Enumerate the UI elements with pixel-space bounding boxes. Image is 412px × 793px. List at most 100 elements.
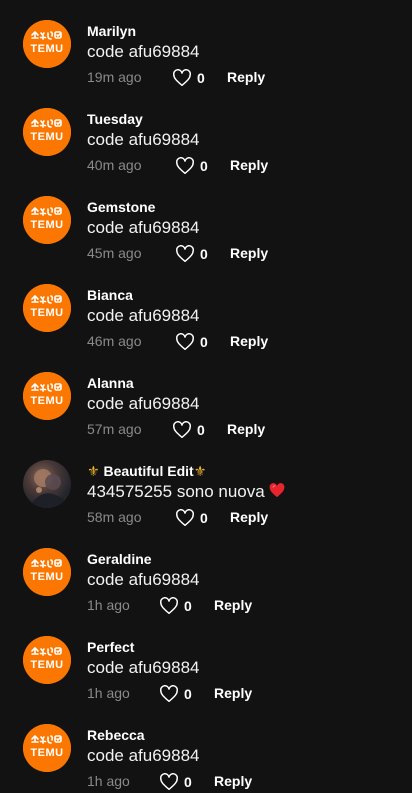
reply-button[interactable]: Reply	[230, 509, 268, 525]
temu-avatar[interactable]: TEMU	[23, 284, 71, 332]
fleur-de-lis-icon: ⚜	[87, 463, 100, 479]
like-button[interactable]: 0	[172, 420, 205, 440]
like-count: 0	[184, 598, 192, 614]
like-count: 0	[200, 510, 208, 526]
comment-body: code afu69884	[87, 218, 200, 237]
heart-icon	[173, 421, 191, 439]
like-count: 0	[200, 246, 208, 262]
heart-icon	[176, 245, 194, 263]
comment-username[interactable]: Geraldine	[87, 550, 152, 568]
reply-button[interactable]: Reply	[230, 245, 268, 261]
like-button[interactable]: 0	[175, 244, 208, 264]
username-text: Alanna	[87, 375, 134, 391]
comment-text: code afu69884	[87, 657, 200, 679]
comment-body: code afu69884	[87, 570, 200, 589]
comment-item: TEMU Rebecca code afu69884 1h ago 0 Reply	[0, 704, 412, 792]
like-button[interactable]: 0	[159, 684, 192, 704]
username-text: Rebecca	[87, 727, 145, 743]
temu-logo-text: TEMU	[30, 571, 63, 583]
comment-username[interactable]: Marilyn	[87, 22, 136, 40]
reply-button[interactable]: Reply	[227, 421, 265, 437]
temu-avatar[interactable]: TEMU	[23, 196, 71, 244]
temu-logo-text: TEMU	[30, 747, 63, 759]
temu-avatar[interactable]: TEMU	[23, 724, 71, 772]
like-button[interactable]: 0	[172, 68, 205, 88]
heart-icon	[176, 509, 194, 527]
reply-button[interactable]: Reply	[230, 333, 268, 349]
like-button[interactable]: 0	[159, 596, 192, 616]
username-text: Geraldine	[87, 551, 152, 567]
temu-avatar[interactable]: TEMU	[23, 548, 71, 596]
like-button[interactable]: 0	[175, 332, 208, 352]
comment-text: 434575255 sono nuova	[87, 481, 285, 504]
like-count: 0	[200, 334, 208, 350]
like-count: 0	[197, 70, 205, 86]
comment-timestamp: 1h ago	[87, 685, 130, 701]
comment-username[interactable]: Perfect	[87, 638, 134, 656]
like-count: 0	[184, 686, 192, 702]
comment-timestamp: 46m ago	[87, 333, 142, 349]
heart-icon	[173, 69, 191, 87]
temu-logo-text: TEMU	[30, 131, 63, 143]
temu-avatar[interactable]: TEMU	[23, 20, 71, 68]
like-count: 0	[200, 158, 208, 174]
comment-timestamp: 19m ago	[87, 69, 142, 85]
comment-username[interactable]: Alanna	[87, 374, 134, 392]
fleur-de-lis-icon: ⚜	[193, 463, 207, 479]
comment-meta: 1h ago 0 Reply	[87, 684, 387, 704]
comment-meta: 57m ago 0 Reply	[87, 420, 387, 440]
comment-username[interactable]: Bianca	[87, 286, 133, 304]
reply-button[interactable]: Reply	[230, 157, 268, 173]
like-count: 0	[197, 422, 205, 438]
reply-button[interactable]: Reply	[227, 69, 265, 85]
comment-timestamp: 1h ago	[87, 773, 130, 789]
comment-username[interactable]: Gemstone	[87, 198, 155, 216]
comment-body: 434575255 sono nuova	[87, 482, 265, 501]
like-button[interactable]: 0	[175, 156, 208, 176]
comment-username[interactable]: Rebecca	[87, 726, 145, 744]
comment-text: code afu69884	[87, 41, 200, 63]
comment-timestamp: 58m ago	[87, 509, 142, 525]
temu-logo-text: TEMU	[30, 307, 63, 319]
reply-button[interactable]: Reply	[214, 685, 252, 701]
comment-meta: 46m ago 0 Reply	[87, 332, 387, 352]
temu-avatar[interactable]: TEMU	[23, 372, 71, 420]
comment-meta: 45m ago 0 Reply	[87, 244, 387, 264]
comment-body: code afu69884	[87, 306, 200, 325]
comment-item: ⚜ Beautiful Edit⚜ 434575255 sono nuova 58…	[0, 440, 412, 528]
reply-button[interactable]: Reply	[214, 597, 252, 613]
comment-timestamp: 45m ago	[87, 245, 142, 261]
comment-timestamp: 40m ago	[87, 157, 142, 173]
heart-icon	[160, 773, 178, 791]
temu-avatar[interactable]: TEMU	[23, 636, 71, 684]
comment-body: code afu69884	[87, 746, 200, 765]
username-text: Marilyn	[87, 23, 137, 39]
heart-icon	[176, 157, 194, 175]
heart-icon	[160, 685, 178, 703]
comment-text: code afu69884	[87, 393, 200, 415]
comment-username[interactable]: ⚜ Beautiful Edit⚜	[87, 462, 206, 480]
username-text: Tuesday	[87, 111, 143, 127]
comment-item: TEMU Geraldine code afu69884 1h ago 0 Reply	[0, 528, 412, 616]
comment-item: TEMU Perfect code afu69884 1h ago 0 Reply	[0, 616, 412, 704]
red-heart-icon	[269, 482, 285, 504]
comment-text: code afu69884	[87, 745, 200, 767]
username-text: Perfect	[87, 639, 135, 655]
comment-text: code afu69884	[87, 217, 200, 239]
comment-username[interactable]: Tuesday	[87, 110, 143, 128]
comment-item: TEMU Marilyn code afu69884 19m ago 0 Reply	[0, 0, 412, 88]
temu-logo-text: TEMU	[30, 43, 63, 55]
comment-item: TEMU Tuesday code afu69884 40m ago 0 Reply	[0, 88, 412, 176]
comment-text: code afu69884	[87, 569, 200, 591]
like-button[interactable]: 0	[159, 772, 192, 792]
reply-button[interactable]: Reply	[214, 773, 252, 789]
heart-icon	[176, 333, 194, 351]
comment-body: code afu69884	[87, 130, 200, 149]
profile-avatar[interactable]	[23, 460, 71, 508]
temu-logo-text: TEMU	[30, 659, 63, 671]
comment-meta: 58m ago 0 Reply	[87, 508, 387, 528]
like-button[interactable]: 0	[175, 508, 208, 528]
heart-icon	[160, 597, 178, 615]
temu-avatar[interactable]: TEMU	[23, 108, 71, 156]
comment-item: TEMU Bianca code afu69884 46m ago 0 Reply	[0, 264, 412, 352]
